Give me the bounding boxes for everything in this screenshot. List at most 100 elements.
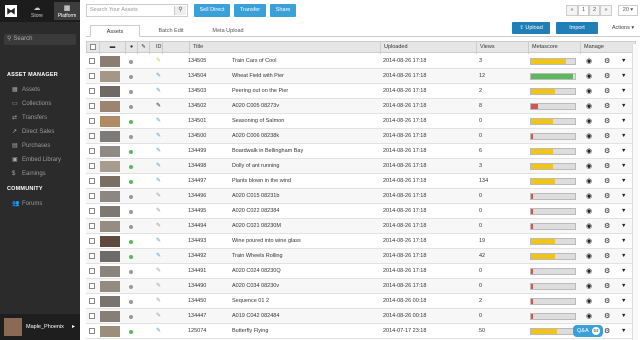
actions-dropdown[interactable]: Actions ▾ — [606, 22, 640, 34]
preview-eye-icon[interactable]: ◉ — [586, 159, 592, 174]
preview-eye-icon[interactable]: ◉ — [586, 174, 592, 189]
settings-gear-icon[interactable]: ⚙ — [604, 249, 610, 264]
row-dropdown-caret-icon[interactable]: ▼ — [621, 54, 626, 69]
asset-thumbnail[interactable] — [100, 176, 120, 187]
table-row[interactable]: ✎ 134503 Peering out on the Pier 2014-08-26… — [86, 84, 636, 99]
preview-eye-icon[interactable]: ◉ — [586, 54, 592, 69]
table-row[interactable]: ✎ 134493 Wine poured into wine glass 2014-0… — [86, 234, 636, 249]
row-checkbox[interactable] — [89, 193, 95, 199]
tag-pen-icon[interactable]: ✎ — [156, 268, 161, 274]
settings-gear-icon[interactable]: ⚙ — [604, 264, 610, 279]
settings-gear-icon[interactable]: ⚙ — [604, 324, 610, 339]
table-row[interactable]: ✎ 134497 Plants blown in the wind 2014-08-2… — [86, 174, 636, 189]
row-dropdown-caret-icon[interactable]: ▼ — [621, 249, 626, 264]
tag-pen-icon[interactable]: ✎ — [156, 118, 161, 124]
asset-thumbnail[interactable] — [100, 71, 120, 82]
asset-thumbnail[interactable] — [100, 236, 120, 247]
platform-button[interactable]: ▦ Platform — [54, 2, 80, 20]
asset-title[interactable]: Plants blown in the wind — [232, 174, 382, 189]
tag-pen-icon[interactable]: ✎ — [156, 178, 161, 184]
transfer-button[interactable]: Transfer — [234, 4, 266, 17]
asset-title[interactable]: A020 C015 08231b — [232, 189, 382, 204]
sidebar-item-embed-library[interactable]: ▣ Embed Library — [12, 155, 61, 165]
tag-pen-icon[interactable]: ✎ — [156, 88, 161, 94]
column-views[interactable]: Views — [477, 42, 529, 54]
row-dropdown-caret-icon[interactable]: ▼ — [621, 189, 626, 204]
preview-eye-icon[interactable]: ◉ — [586, 99, 592, 114]
preview-eye-icon[interactable]: ◉ — [586, 129, 592, 144]
logo-icon[interactable]: ⧓ — [5, 5, 17, 17]
upload-button[interactable]: ⇪ Upload — [512, 22, 550, 34]
scrollbar[interactable] — [632, 44, 638, 340]
asset-thumbnail[interactable] — [100, 251, 120, 262]
asset-title[interactable]: Wine poured into wine glass — [232, 234, 382, 249]
asset-thumbnail[interactable] — [100, 296, 120, 307]
settings-gear-icon[interactable]: ⚙ — [604, 54, 610, 69]
preview-eye-icon[interactable]: ◉ — [586, 294, 592, 309]
settings-gear-icon[interactable]: ⚙ — [604, 114, 610, 129]
settings-gear-icon[interactable]: ⚙ — [604, 279, 610, 294]
asset-title[interactable]: A020 C021 08230M — [232, 219, 382, 234]
preview-eye-icon[interactable]: ◉ — [586, 234, 592, 249]
row-checkbox[interactable] — [89, 283, 95, 289]
row-dropdown-caret-icon[interactable]: ▼ — [621, 129, 626, 144]
per-page-select[interactable]: 20 ▾ — [618, 5, 638, 16]
settings-gear-icon[interactable]: ⚙ — [604, 204, 610, 219]
sidebar-item-assets[interactable]: ▦ Assets — [12, 85, 40, 95]
import-button[interactable]: Import — [556, 22, 598, 34]
tag-pen-icon[interactable]: ✎ — [156, 103, 161, 109]
sidebar-item-forums[interactable]: 👥 Forums — [12, 199, 42, 209]
sidebar-item-earnings[interactable]: $ Earnings — [12, 169, 46, 179]
asset-title[interactable]: Wheat Field with Pier — [232, 69, 382, 84]
asset-thumbnail[interactable] — [100, 56, 120, 67]
row-dropdown-caret-icon[interactable]: ▼ — [621, 294, 626, 309]
asset-thumbnail[interactable] — [100, 146, 120, 157]
row-dropdown-caret-icon[interactable]: ▼ — [621, 69, 626, 84]
asset-title[interactable]: Seasoning of Salmon — [232, 114, 382, 129]
settings-gear-icon[interactable]: ⚙ — [604, 174, 610, 189]
row-checkbox[interactable] — [89, 73, 95, 79]
asset-thumbnail[interactable] — [100, 131, 120, 142]
row-checkbox[interactable] — [89, 58, 95, 64]
asset-title[interactable]: Peering out on the Pier — [232, 84, 382, 99]
row-checkbox[interactable] — [89, 268, 95, 274]
preview-eye-icon[interactable]: ◉ — [586, 69, 592, 84]
asset-title[interactable]: Train Wheels Rolling — [232, 249, 382, 264]
asset-thumbnail[interactable] — [100, 206, 120, 217]
preview-eye-icon[interactable]: ◉ — [586, 249, 592, 264]
row-dropdown-caret-icon[interactable]: ▼ — [621, 144, 626, 159]
page-2-button[interactable]: 2 — [589, 5, 600, 16]
tag-pen-icon[interactable]: ✎ — [156, 253, 161, 259]
sidebar-item-collections[interactable]: ▭ Collections — [12, 99, 51, 109]
preview-eye-icon[interactable]: ◉ — [586, 204, 592, 219]
asset-title[interactable]: Sequence 01 2 — [232, 294, 382, 309]
table-row[interactable]: ✎ 134494 A020 C021 08230M 2014-08-26 17:18 0… — [86, 219, 636, 234]
sidebar-item-direct-sales[interactable]: ↗ Direct Sales — [12, 127, 54, 137]
user-bar[interactable]: Maple_Phoenix ▸ — [0, 314, 80, 340]
tag-pen-icon[interactable]: ✎ — [156, 223, 161, 229]
asset-thumbnail[interactable] — [100, 191, 120, 202]
settings-gear-icon[interactable]: ⚙ — [604, 159, 610, 174]
row-checkbox[interactable] — [89, 163, 95, 169]
avatar[interactable] — [4, 318, 22, 336]
row-checkbox[interactable] — [89, 88, 95, 94]
table-row[interactable]: ✎ 134495 A020 C022 082384 2014-08-26 17:18 0… — [86, 204, 636, 219]
asset-title[interactable]: A020 C022 082384 — [232, 204, 382, 219]
row-dropdown-caret-icon[interactable]: ▼ — [621, 159, 626, 174]
row-dropdown-caret-icon[interactable]: ▼ — [621, 204, 626, 219]
preview-eye-icon[interactable]: ◉ — [586, 219, 592, 234]
tag-pen-icon[interactable]: ✎ — [156, 148, 161, 154]
table-row[interactable]: ✎ 134450 Sequence 01 2 2014-08-26 00:18 2 ◉ ⚙ ▼ — [86, 294, 636, 309]
table-row[interactable]: ✎ 134447 A019 C042 082484 2014-08-26 00:18 0… — [86, 309, 636, 324]
preview-eye-icon[interactable]: ◉ — [586, 309, 592, 324]
search-icon[interactable]: ⚲ — [174, 6, 186, 15]
asset-thumbnail[interactable] — [100, 161, 120, 172]
row-checkbox[interactable] — [89, 253, 95, 259]
table-row[interactable]: ✎ 134496 A020 C015 08231b 2014-08-26 17:18 0… — [86, 189, 636, 204]
tag-pen-icon[interactable]: ✎ — [156, 328, 161, 334]
tag-pen-icon[interactable]: ✎ — [156, 58, 161, 64]
asset-title[interactable]: A020 C006 08238k — [232, 129, 382, 144]
qa-button[interactable]: Q&A 53 — [573, 325, 603, 337]
tag-pen-icon[interactable]: ✎ — [156, 193, 161, 199]
settings-gear-icon[interactable]: ⚙ — [604, 234, 610, 249]
